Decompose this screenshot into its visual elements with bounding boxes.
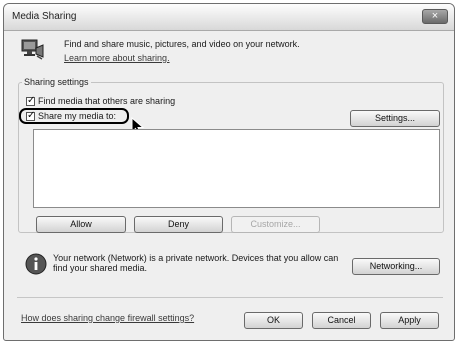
deny-button[interactable]: Deny <box>134 216 223 233</box>
footer-divider <box>17 297 443 298</box>
media-sharing-dialog: Media Sharing × Find and share music, pi… <box>3 3 455 341</box>
apply-button[interactable]: Apply <box>380 312 439 329</box>
close-button[interactable]: × <box>422 9 448 24</box>
share-media-checkbox[interactable]: ✓ <box>26 110 36 121</box>
sharing-settings-label: Sharing settings <box>22 77 91 87</box>
learn-more-link[interactable]: Learn more about sharing. <box>64 53 170 63</box>
close-icon: × <box>431 10 439 22</box>
dialog-body: Find and share music, pictures, and vide… <box>4 31 454 340</box>
check-icon: ✓ <box>27 95 36 106</box>
networking-button[interactable]: Networking... <box>352 258 440 275</box>
check-icon: ✓ <box>27 110 36 121</box>
title-bar: Media Sharing × <box>4 4 454 31</box>
settings-button[interactable]: Settings... <box>350 110 440 127</box>
cancel-button[interactable]: Cancel <box>312 312 371 329</box>
header-description: Find and share music, pictures, and vide… <box>64 39 300 49</box>
allow-button[interactable]: Allow <box>36 216 126 233</box>
find-media-label: Find media that others are sharing <box>38 96 176 106</box>
media-sharing-icon <box>21 39 44 60</box>
customize-button[interactable]: Customize... <box>231 216 320 233</box>
firewall-link[interactable]: How does sharing change firewall setting… <box>21 313 194 323</box>
find-media-checkbox[interactable]: ✓ <box>26 95 36 106</box>
device-list[interactable] <box>33 129 440 208</box>
share-media-label: Share my media to: <box>38 111 117 121</box>
network-message: Your network (Network) is a private netw… <box>53 253 339 273</box>
window-title: Media Sharing <box>12 11 77 22</box>
info-icon <box>25 253 47 275</box>
ok-button[interactable]: OK <box>244 312 303 329</box>
